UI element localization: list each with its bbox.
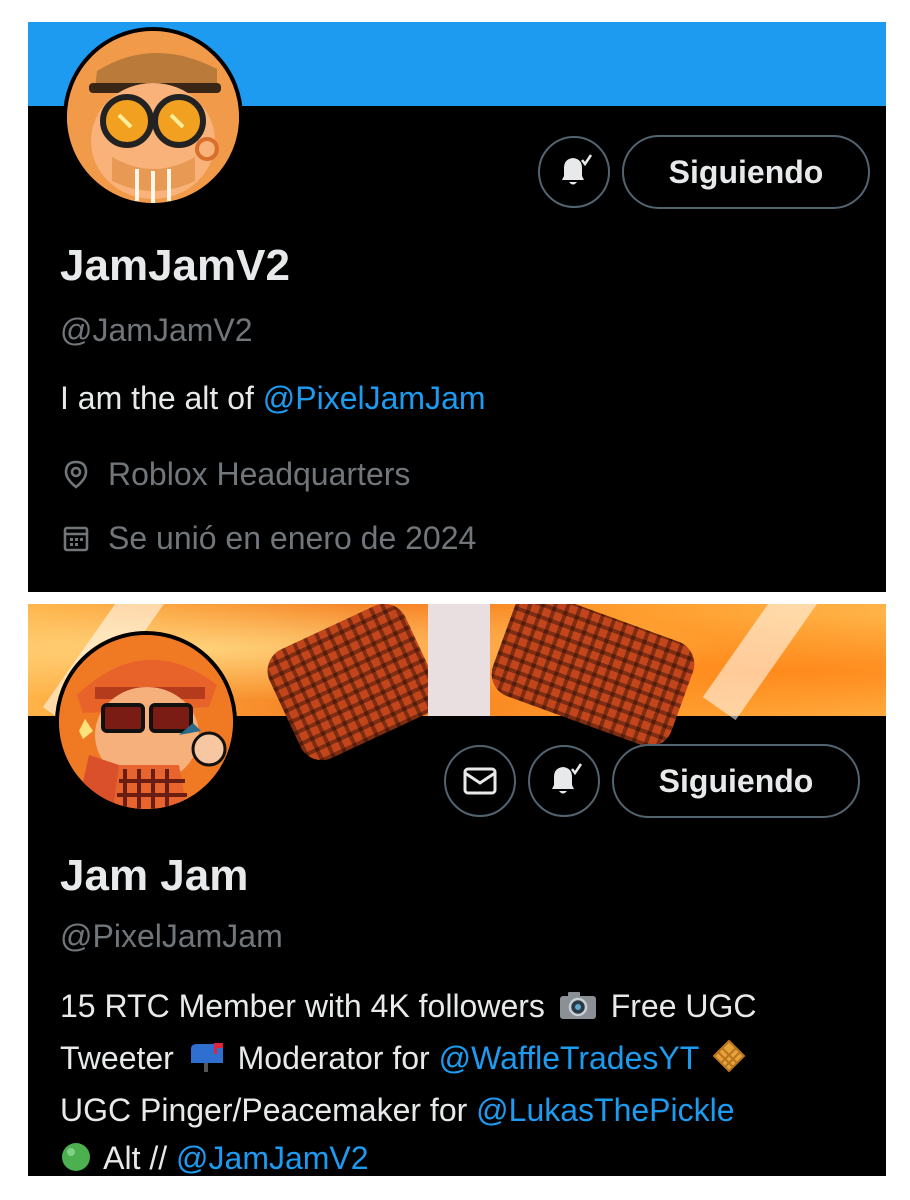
bio-text: 15 RTC Member with 4K followers: [60, 988, 545, 1024]
bio-text: Free UGC: [610, 988, 757, 1024]
bell-check-icon: [562, 154, 593, 185]
avatar[interactable]: [63, 27, 243, 207]
avatar-illustration: [59, 635, 233, 809]
location-row: Roblox Headquarters: [62, 458, 410, 490]
banner-figure-arm: [259, 604, 447, 769]
display-name: Jam Jam: [60, 851, 249, 900]
waffle-emoji: [712, 1038, 746, 1086]
bio-line: UGC Pinger/Peacemaker for @LukasThePickl…: [60, 1086, 756, 1134]
camera-emoji: [558, 986, 598, 1034]
bio-text: Tweeter: [60, 1040, 174, 1076]
bell-check-icon: [552, 763, 583, 794]
notifications-button[interactable]: [528, 745, 600, 817]
bio-text: UGC Pinger/Peacemaker for: [60, 1092, 477, 1128]
calendar-icon: [63, 526, 89, 552]
bio-line: Alt // @JamJamV2: [60, 1134, 756, 1176]
profile-actions: Siguiendo: [444, 744, 860, 818]
profile-card-main: Siguiendo Jam Jam @PixelJamJam 15 RTC Me…: [28, 604, 886, 1176]
display-name: JamJamV2: [60, 241, 290, 290]
banner-figure-arm: [484, 604, 702, 754]
profile-card-alt: Siguiendo JamJamV2 @JamJamV2 I am the al…: [28, 22, 886, 592]
avatar-illustration: [67, 31, 239, 203]
user-handle: @PixelJamJam: [60, 918, 283, 954]
green-circle-emoji: [60, 1138, 92, 1176]
banner-figure-shirt: [428, 604, 490, 716]
bio: I am the alt of @PixelJamJam: [60, 374, 486, 422]
bio-line: 15 RTC Member with 4K followers Free UGC: [60, 982, 756, 1034]
bio-text: Alt //: [103, 1140, 177, 1176]
message-button[interactable]: [444, 745, 516, 817]
bio-line: Tweeter Moderator for @WaffleTradesYT: [60, 1034, 756, 1086]
bio-mention-link[interactable]: @WaffleTradesYT: [439, 1040, 699, 1076]
bio-text: I am the alt of: [60, 380, 263, 416]
location-text: Roblox Headquarters: [108, 456, 411, 492]
join-date-text: Se unió en enero de 2024: [108, 520, 477, 556]
bio-text: Moderator for: [237, 1040, 439, 1076]
following-button-label: Siguiendo: [658, 762, 814, 799]
avatar[interactable]: [55, 631, 237, 813]
notifications-button[interactable]: [538, 136, 610, 208]
bio-mention-link[interactable]: @LukasThePickle: [476, 1092, 734, 1128]
banner-streak: [702, 604, 834, 721]
join-date-row: Se unió en enero de 2024: [62, 522, 476, 554]
user-handle: @JamJamV2: [60, 312, 253, 348]
following-button[interactable]: Siguiendo: [612, 744, 860, 818]
following-button[interactable]: Siguiendo: [622, 135, 870, 209]
bio-mention-link[interactable]: @PixelJamJam: [263, 380, 486, 416]
envelope-icon: [463, 767, 497, 795]
location-pin-icon: [64, 460, 88, 489]
profile-actions: Siguiendo: [538, 135, 870, 209]
following-button-label: Siguiendo: [668, 153, 824, 190]
bio-mention-link[interactable]: @JamJamV2: [176, 1140, 369, 1176]
bio: 15 RTC Member with 4K followers Free UGC…: [60, 982, 756, 1176]
mailbox-emoji: [187, 1038, 225, 1086]
